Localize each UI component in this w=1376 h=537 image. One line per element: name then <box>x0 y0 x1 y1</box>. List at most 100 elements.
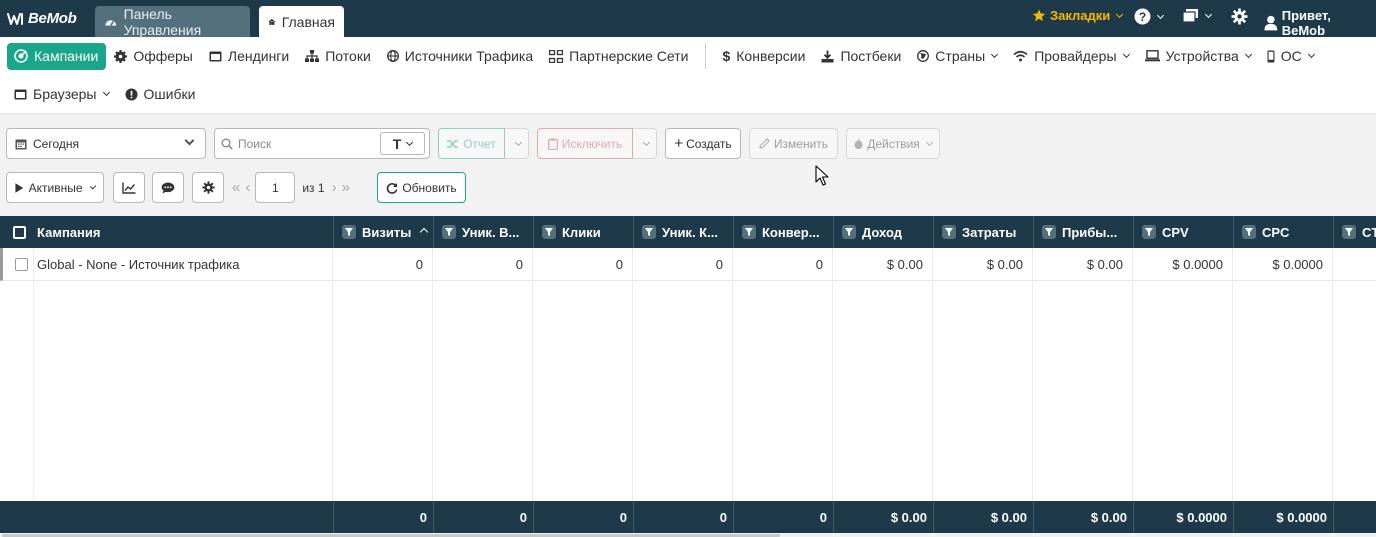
pencil-icon <box>759 138 770 149</box>
next-page-icon[interactable]: › <box>332 179 337 196</box>
filter-icon[interactable] <box>942 225 956 239</box>
column-header-cost[interactable]: Затраты <box>933 216 1033 248</box>
edit-button[interactable]: Изменить <box>749 128 838 159</box>
filter-icon[interactable] <box>1142 225 1156 239</box>
notes-button[interactable] <box>152 172 184 203</box>
nav-label: Лендинги <box>227 48 290 64</box>
column-label: Визиты <box>362 224 412 240</box>
report-dropdown-toggle[interactable] <box>504 128 529 159</box>
nav-item-offers[interactable]: Офферы <box>106 43 201 70</box>
column-header-visits[interactable]: Визиты <box>333 216 433 248</box>
nav-label: Конверсии <box>736 48 806 64</box>
total-unique-visits: 0 <box>433 501 533 533</box>
filter-icon[interactable] <box>442 225 456 239</box>
column-header-conversions[interactable]: Конвер... <box>733 216 833 248</box>
user-menu[interactable]: Привет, BeMob <box>1264 8 1376 38</box>
flows-icon <box>305 50 320 62</box>
exclude-dropdown-toggle[interactable] <box>632 128 657 159</box>
column-header-cpv[interactable]: CPV <box>1133 216 1233 248</box>
column-header-ctr[interactable]: CTR <box>1333 216 1376 248</box>
filter-icon[interactable] <box>1342 225 1356 239</box>
nav-item-landings[interactable]: Лендинги <box>201 43 297 70</box>
campaigns-icon <box>14 49 28 63</box>
shuffle-icon <box>447 139 459 148</box>
chevron-down-icon <box>925 138 933 146</box>
filter-icon[interactable] <box>342 225 356 239</box>
last-page-icon[interactable]: » <box>342 179 350 196</box>
column-divider <box>632 248 633 501</box>
report-button[interactable]: Отчет <box>438 128 505 159</box>
filter-icon[interactable] <box>542 225 556 239</box>
chevron-down-icon <box>184 135 195 146</box>
nav-item-flows[interactable]: Потоки <box>297 43 379 70</box>
nav-item-devices[interactable]: Устройства <box>1137 43 1259 70</box>
chevron-down-icon <box>1204 10 1213 18</box>
logo-text: BeMob <box>28 10 77 27</box>
prev-page-icon[interactable]: ‹ <box>245 179 250 196</box>
nav-label: Постбеки <box>840 48 902 64</box>
bookmarks-label: Закладки <box>1050 8 1111 23</box>
chevron-down-icon <box>642 138 650 146</box>
date-range-select[interactable]: Сегодня <box>6 128 206 159</box>
filter-icon[interactable] <box>642 225 656 239</box>
nav-item-os[interactable]: ОС <box>1259 43 1322 70</box>
bookmarks-menu[interactable]: Закладки <box>1032 8 1124 23</box>
column-header-profit[interactable]: Прибы... <box>1033 216 1133 248</box>
status-filter-dropdown[interactable]: Активные <box>6 172 104 203</box>
user-icon <box>1264 15 1278 31</box>
globe-icon <box>917 50 930 62</box>
page-number-input[interactable]: 1 <box>255 172 296 203</box>
tab-home[interactable]: Главная <box>259 6 344 37</box>
search-input[interactable]: Поиск T <box>214 128 430 159</box>
nav-item-browsers[interactable]: Браузеры <box>14 81 117 108</box>
column-header-cpc[interactable]: CPC <box>1233 216 1333 248</box>
column-header-unique-visits[interactable]: Уник. В... <box>433 216 533 248</box>
first-page-icon[interactable]: « <box>232 179 240 196</box>
column-header-revenue[interactable]: Доход <box>833 216 933 248</box>
column-label: Конвер... <box>762 224 820 240</box>
column-divider <box>1332 248 1333 501</box>
chart-button[interactable] <box>113 172 145 203</box>
table-settings-button[interactable] <box>192 172 224 203</box>
help-icon: ? <box>1134 8 1151 25</box>
logo[interactable]: BeMob <box>7 10 77 27</box>
workspaces-menu[interactable] <box>1182 8 1213 23</box>
column-divider <box>532 248 533 501</box>
nav-item-campaigns[interactable]: Кампании <box>7 42 107 70</box>
nav-item-traffic-sources[interactable]: Источники Трафика <box>379 43 541 70</box>
nav-item-postbacks[interactable]: Постбеки <box>813 43 909 70</box>
refresh-button[interactable]: Обновить <box>377 172 466 203</box>
cell-profit: $ 0.00 <box>1086 256 1123 272</box>
column-header-clicks[interactable]: Клики <box>533 216 633 248</box>
filter-icon[interactable] <box>842 225 856 239</box>
filter-icon[interactable] <box>742 225 756 239</box>
column-header-campaign[interactable]: Кампания <box>33 216 333 248</box>
nav-item-errors[interactable]: Ошибки <box>117 81 204 108</box>
settings-button[interactable] <box>1231 8 1248 25</box>
create-button[interactable]: + Создать <box>665 128 741 159</box>
nav-item-countries[interactable]: Страны <box>909 43 1005 70</box>
chevron-down-icon <box>89 182 97 190</box>
actions-dropdown[interactable]: Действия <box>846 128 940 159</box>
plus-icon: + <box>674 135 684 152</box>
total-cpc: $ 0.0000 <box>1233 501 1333 533</box>
total-unique-clicks: 0 <box>633 501 733 533</box>
table-row[interactable]: Global - None - Источник трафика 0 0 0 0… <box>0 248 1376 281</box>
column-header-unique-clicks[interactable]: Уник. К... <box>633 216 733 248</box>
nav-item-affiliate-networks[interactable]: Партнерские Сети <box>541 43 696 70</box>
nav-item-conversions[interactable]: $ Конверсии <box>714 43 813 70</box>
tab-dashboard[interactable]: Панель Управления <box>95 6 250 38</box>
search-mode-dropdown[interactable]: T <box>380 132 425 155</box>
filter-icon[interactable] <box>1242 225 1256 239</box>
chevron-down-icon <box>991 50 999 59</box>
toolbar: Сегодня Поиск T Отчет Исключить + Создат… <box>0 113 1376 216</box>
row-checkbox[interactable] <box>15 258 28 271</box>
select-all-checkbox[interactable] <box>13 226 26 239</box>
total-clicks: 0 <box>533 501 633 533</box>
nav-label: Ошибки <box>143 86 196 102</box>
horizontal-scrollbar[interactable] <box>0 533 1376 537</box>
exclude-button[interactable]: Исключить <box>537 128 633 159</box>
help-menu[interactable]: ? <box>1134 8 1165 25</box>
nav-item-providers[interactable]: Провайдеры <box>1005 43 1136 70</box>
filter-icon[interactable] <box>1042 225 1056 239</box>
